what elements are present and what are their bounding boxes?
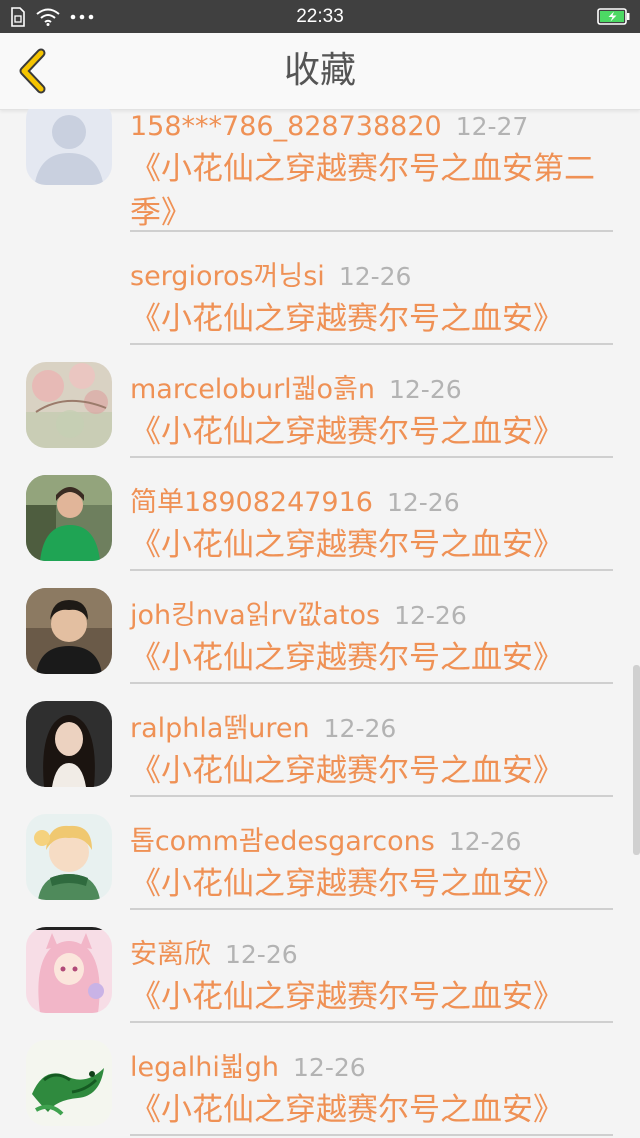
date-label: 12-26 (448, 827, 522, 856)
date-label: 12-26 (389, 375, 462, 404)
date-label: 12-26 (394, 601, 467, 630)
user-name[interactable]: sergioros꺼닝si (130, 261, 325, 292)
user-name[interactable]: 158***786_828738820 (130, 111, 442, 142)
book-title-link[interactable]: 《小花仙之穿越赛尔号之血安》 (130, 1088, 610, 1132)
date-label: 12-26 (323, 714, 397, 743)
chevron-left-icon (19, 48, 46, 94)
book-title-link[interactable]: 《小花仙之穿越赛尔号之血安》 (130, 523, 610, 567)
date-label: 12-26 (338, 262, 412, 291)
nav-bar: 收藏 (0, 33, 640, 110)
user-name[interactable]: joh킹nva읽rv깞atos (130, 600, 380, 631)
book-title-link[interactable]: 《小花仙之穿越赛尔号之血安》 (130, 749, 610, 793)
list-item[interactable]: joh킹nva읽rv깞atos 12-26 《小花仙之穿越赛尔号之血安》 (0, 571, 640, 684)
anime-boy-avatar[interactable] (26, 814, 112, 900)
list-item[interactable]: 简单18908247916 12-26 《小花仙之穿越赛尔号之血安》 (0, 458, 640, 571)
divider (130, 1134, 613, 1136)
favorites-list[interactable]: 158***786_828738820 12-27 《小花仙之穿越赛尔号之血安第二… (0, 109, 640, 1138)
green-dragon-avatar[interactable] (26, 1040, 112, 1126)
user-name[interactable]: 简单18908247916 (130, 487, 373, 518)
book-title-link[interactable]: 《小花仙之穿越赛尔号之血安》 (130, 975, 610, 1019)
status-time: 22:33 (296, 6, 344, 27)
user-name[interactable]: marceloburl궯o흙n (130, 374, 375, 405)
page-title: 收藏 (283, 50, 356, 91)
list-item[interactable]: legalhi뷟gh 12-26 《小花仙之穿越赛尔号之血安》 (0, 1023, 640, 1138)
user-name[interactable]: ralphla뗅uren (130, 713, 310, 744)
battery-charging-icon (597, 8, 630, 25)
list-item[interactable]: 安离欣 12-26 《小花仙之穿越赛尔号之血安》 (0, 910, 640, 1023)
woman-dark-hair-avatar[interactable] (26, 701, 112, 787)
list-item[interactable]: sergioros꺼닝si 12-26 《小花仙之穿越赛尔号之血安》 (0, 232, 640, 345)
book-title-link[interactable]: 《小花仙之穿越赛尔号之血安》 (130, 636, 610, 680)
man-portrait-avatar[interactable] (26, 588, 112, 674)
user-name[interactable]: legalhi뷟gh (130, 1052, 279, 1083)
list-item[interactable]: marceloburl궯o흙n 12-26 《小花仙之穿越赛尔号之血安》 (0, 345, 640, 458)
status-bar: 22:33 (0, 0, 640, 33)
woman-green-shirt-avatar[interactable] (26, 475, 112, 561)
date-label: 12-26 (293, 1053, 366, 1082)
date-label: 12-26 (225, 940, 298, 969)
blossom-painting-avatar[interactable] (26, 362, 112, 448)
book-title-link[interactable]: 《小花仙之穿越赛尔号之血安》 (130, 297, 610, 341)
list-item[interactable]: 톱comm괌edesgarcons 12-26 《小花仙之穿越赛尔号之血安》 (0, 797, 640, 910)
book-title-link[interactable]: 《小花仙之穿越赛尔号之血安》 (130, 410, 610, 454)
user-name[interactable]: 톱comm괌edesgarcons (130, 826, 435, 857)
book-title-link[interactable]: 《小花仙之穿越赛尔号之血安》 (130, 862, 610, 906)
book-title-link[interactable]: 《小花仙之穿越赛尔号之血安第二季》 (130, 147, 610, 235)
scrollbar-thumb[interactable] (633, 665, 640, 855)
back-button[interactable] (10, 41, 62, 101)
user-name[interactable]: 安离欣 (130, 939, 211, 970)
date-label: 12-27 (455, 112, 529, 141)
anime-girl-pink-avatar[interactable] (26, 927, 112, 1013)
list-item[interactable]: 158***786_828738820 12-27 《小花仙之穿越赛尔号之血安第二… (0, 109, 640, 232)
default-avatar-icon[interactable] (26, 109, 112, 185)
list-item[interactable]: ralphla뗅uren 12-26 《小花仙之穿越赛尔号之血安》 (0, 684, 640, 797)
date-label: 12-26 (386, 488, 460, 517)
